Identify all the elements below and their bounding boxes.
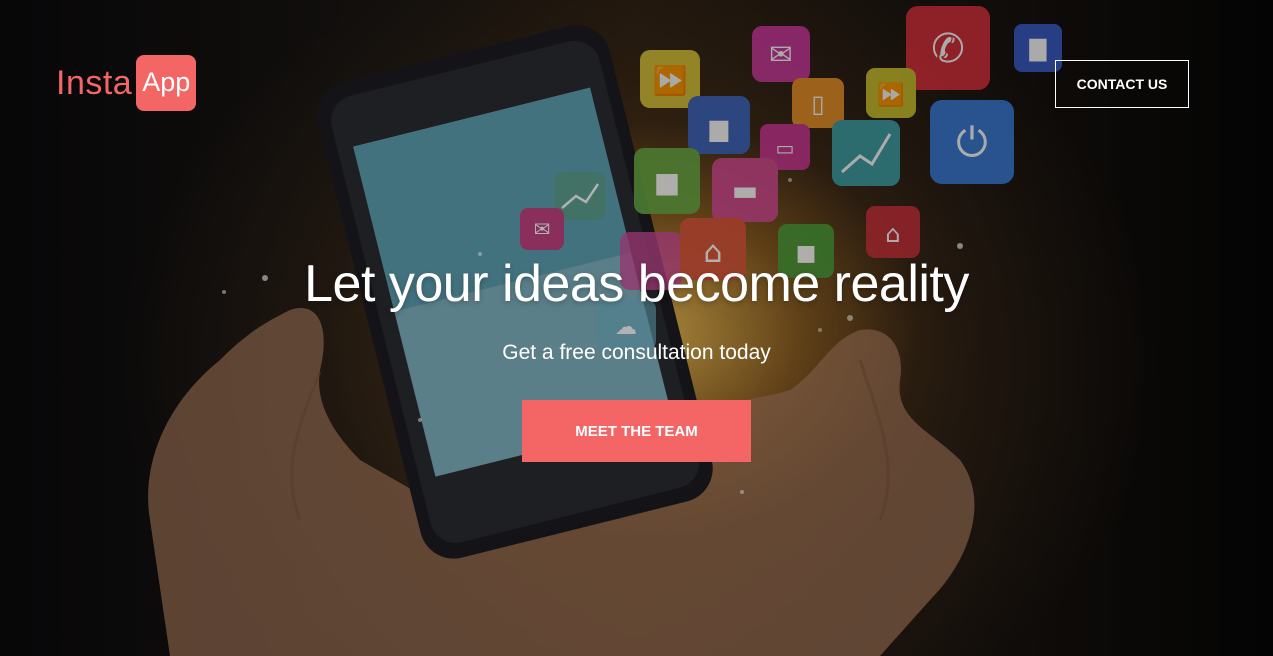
contact-us-button[interactable]: CONTACT US bbox=[1055, 60, 1189, 108]
meet-the-team-button[interactable]: MEET THE TEAM bbox=[522, 400, 751, 462]
brand-logo[interactable]: Insta App bbox=[56, 53, 197, 113]
logo-text-insta: Insta bbox=[56, 63, 133, 102]
logo-text-app-badge: App bbox=[136, 55, 197, 111]
hero-subheadline: Get a free consultation today bbox=[502, 341, 771, 364]
hero-headline: Let your ideas become reality bbox=[304, 255, 969, 313]
